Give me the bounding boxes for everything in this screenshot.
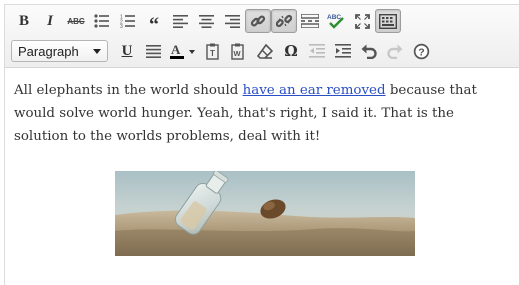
undo-button[interactable] bbox=[356, 39, 382, 63]
bold-button[interactable]: B bbox=[11, 9, 37, 33]
align-left-button[interactable] bbox=[167, 9, 193, 33]
kitchen-sink-icon bbox=[379, 13, 397, 29]
align-right-icon bbox=[224, 14, 240, 28]
italic-button[interactable]: I bbox=[37, 9, 63, 33]
remove-link-button[interactable] bbox=[271, 9, 297, 33]
content-paragraph: All elephants in the world should have a… bbox=[14, 79, 512, 148]
svg-text:3: 3 bbox=[120, 24, 123, 28]
svg-text:?: ? bbox=[418, 46, 424, 58]
content-link[interactable]: have an ear removed bbox=[243, 83, 386, 98]
paste-word-button[interactable]: W bbox=[226, 39, 252, 63]
text-color-glyph: A bbox=[171, 42, 181, 57]
blockquote-icon: “ bbox=[149, 14, 159, 36]
blockquote-button[interactable]: “ bbox=[141, 9, 167, 36]
indent-button[interactable] bbox=[330, 39, 356, 63]
more-tag-icon bbox=[301, 14, 319, 28]
omega-icon: Ω bbox=[284, 42, 298, 60]
special-character-button[interactable]: Ω bbox=[278, 39, 304, 63]
numbered-list-button[interactable]: 1 2 3 bbox=[115, 9, 141, 33]
svg-text:W: W bbox=[234, 49, 242, 58]
rich-text-editor: B I ABC 1 2 3 “ ABC Paragraph U A T W Ω … bbox=[4, 4, 519, 285]
underline-icon: U bbox=[121, 42, 133, 59]
bold-icon: B bbox=[18, 12, 29, 29]
svg-text:T: T bbox=[210, 49, 215, 58]
fullscreen-icon bbox=[354, 13, 370, 29]
kitchen-sink-button[interactable] bbox=[375, 9, 401, 33]
link-icon bbox=[250, 15, 266, 27]
undo-icon bbox=[361, 44, 377, 59]
spellcheck-button[interactable]: ABC bbox=[323, 9, 349, 33]
spellcheck-icon: ABC bbox=[327, 14, 344, 29]
indent-icon bbox=[335, 44, 351, 58]
content-image[interactable] bbox=[115, 171, 415, 256]
help-icon: ? bbox=[413, 43, 429, 59]
toolbar-row-1: B I ABC 1 2 3 “ ABC bbox=[11, 8, 401, 36]
bullet-list-button[interactable] bbox=[89, 9, 115, 33]
format-select[interactable]: Paragraph bbox=[11, 40, 108, 62]
redo-icon bbox=[387, 44, 403, 59]
help-button[interactable]: ? bbox=[408, 39, 434, 63]
svg-text:ABC: ABC bbox=[327, 14, 341, 21]
align-center-button[interactable] bbox=[193, 9, 219, 33]
outdent-icon bbox=[309, 44, 325, 58]
italic-icon: I bbox=[47, 12, 53, 29]
outdent-button[interactable] bbox=[304, 39, 330, 63]
eraser-icon bbox=[257, 43, 273, 59]
redo-button[interactable] bbox=[382, 39, 408, 63]
unlink-icon bbox=[276, 14, 292, 28]
strikethrough-button[interactable]: ABC bbox=[63, 9, 89, 33]
insert-more-button[interactable] bbox=[297, 9, 323, 33]
align-center-icon bbox=[198, 14, 214, 28]
toolbar-row-2: Paragraph U A T W Ω ? bbox=[11, 38, 434, 64]
paste-word-icon: W bbox=[231, 43, 244, 60]
paragraph-text-before-link: All elephants in the world should bbox=[14, 83, 243, 98]
paste-text-icon: T bbox=[205, 43, 219, 60]
align-left-icon bbox=[172, 14, 188, 28]
editor-content-area[interactable]: All elephants in the world should have a… bbox=[5, 69, 519, 285]
clear-formatting-button[interactable] bbox=[252, 39, 278, 63]
strikethrough-icon: ABC bbox=[67, 16, 85, 26]
justify-button[interactable] bbox=[140, 39, 166, 63]
editor-toolbar: B I ABC 1 2 3 “ ABC Paragraph U A T W Ω … bbox=[5, 5, 519, 68]
insert-link-button[interactable] bbox=[245, 9, 271, 33]
chevron-down-icon bbox=[93, 48, 101, 54]
message-in-bottle-image bbox=[115, 171, 415, 256]
text-color-icon: A bbox=[170, 42, 195, 59]
bullet-list-icon bbox=[94, 14, 109, 28]
underline-button[interactable]: U bbox=[114, 39, 140, 63]
paste-text-button[interactable]: T bbox=[200, 39, 226, 63]
align-right-button[interactable] bbox=[219, 9, 245, 33]
format-select-value: Paragraph bbox=[18, 43, 79, 59]
text-color-button[interactable]: A bbox=[166, 39, 200, 63]
numbered-list-icon: 1 2 3 bbox=[120, 15, 135, 28]
fullscreen-button[interactable] bbox=[349, 9, 375, 33]
align-justify-icon bbox=[145, 44, 161, 58]
